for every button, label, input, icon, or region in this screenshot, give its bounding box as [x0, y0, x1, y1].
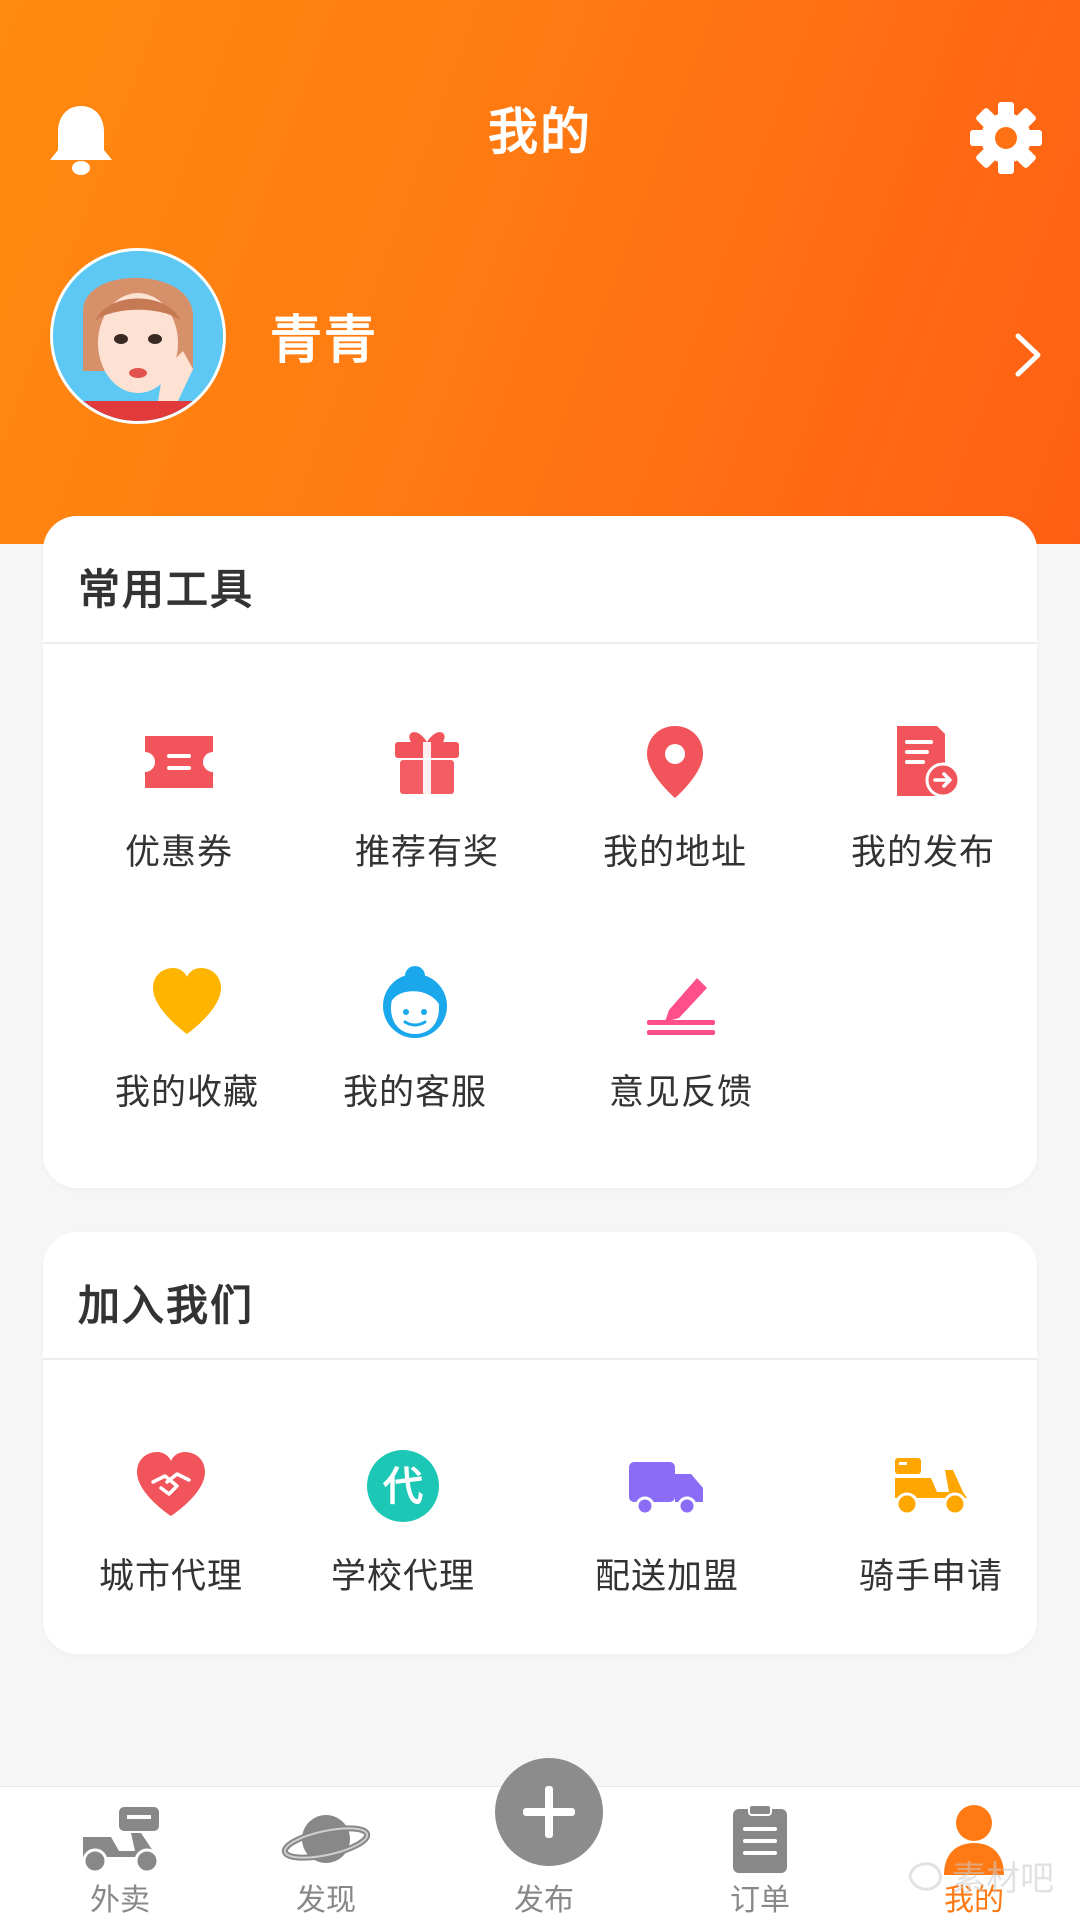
scooter-tab-icon [75, 1803, 165, 1875]
agent-badge-icon: 代 [363, 1446, 443, 1526]
agent-badge-text: 代 [382, 1464, 423, 1510]
tool-item-favorites[interactable]: 我的收藏 [67, 962, 307, 1162]
delivery-truck-icon [627, 1446, 707, 1526]
tool-item-my-posts[interactable]: 我的发布 [803, 722, 1043, 922]
tab-label: 发布 [514, 1883, 574, 1918]
handshake-heart-icon [131, 1446, 211, 1526]
tool-item-label: 意见反馈 [608, 1073, 753, 1113]
pen-icon [641, 962, 721, 1042]
join-item-label: 学校代理 [330, 1557, 475, 1597]
tool-item-label: 我的发布 [850, 833, 995, 873]
tool-item-label: 我的客服 [342, 1073, 487, 1113]
watermark-text: 素材吧 [952, 1859, 1054, 1899]
document-share-icon [883, 722, 963, 802]
join-item-label: 配送加盟 [594, 1557, 739, 1597]
tool-item-customer-service[interactable]: 我的客服 [295, 962, 535, 1162]
heart-icon [147, 962, 227, 1042]
tool-item-label: 我的地址 [602, 833, 747, 873]
join-item-rider-application[interactable]: 骑手申请 [811, 1446, 1051, 1646]
coupon-icon [139, 722, 219, 802]
tool-item-referral[interactable]: 推荐有奖 [307, 722, 547, 922]
plus-icon [523, 1786, 575, 1838]
join-item-label: 骑手申请 [858, 1557, 1003, 1597]
join-card-title: 加入我们 [78, 1281, 255, 1330]
tab-label: 订单 [730, 1883, 790, 1918]
gift-icon [387, 722, 467, 802]
tools-card: 常用工具 优惠券 推荐有奖 我的地址 我的发布 我的收藏 我的客服 意见反馈 [43, 516, 1037, 1188]
clipboard-icon [715, 1803, 805, 1875]
tool-item-label: 我的收藏 [114, 1073, 259, 1113]
location-pin-icon [635, 722, 715, 802]
planet-icon [281, 1803, 371, 1875]
join-item-label: 城市代理 [98, 1557, 243, 1597]
notification-bell-icon[interactable] [46, 100, 116, 180]
tab-orders[interactable]: 订单 [660, 1787, 860, 1921]
tools-card-header: 常用工具 [43, 516, 1037, 644]
join-item-city-agent[interactable]: 城市代理 [51, 1446, 291, 1646]
join-item-school-agent[interactable]: 代 学校代理 [283, 1446, 523, 1646]
tool-item-coupon[interactable]: 优惠券 [59, 722, 299, 922]
tool-item-label: 推荐有奖 [354, 833, 499, 873]
tools-card-title: 常用工具 [78, 565, 255, 614]
username[interactable]: 青青 [270, 298, 378, 373]
publish-button[interactable] [495, 1758, 603, 1866]
tab-label: 发现 [296, 1883, 356, 1918]
tab-label: 外卖 [90, 1883, 150, 1918]
tool-item-feedback[interactable]: 意见反馈 [561, 962, 801, 1162]
tool-item-label: 优惠券 [124, 833, 233, 873]
join-card: 加入我们 城市代理 代 学校代理 配送加盟 骑手申请 [43, 1232, 1037, 1654]
join-card-header: 加入我们 [43, 1232, 1037, 1360]
settings-gear-icon[interactable] [968, 100, 1044, 176]
page-title: 我的 [488, 103, 592, 161]
watermark-logo: 素材吧 [900, 1848, 1070, 1908]
customer-service-icon [375, 962, 455, 1042]
chevron-right-icon[interactable] [1010, 330, 1046, 380]
join-item-delivery[interactable]: 配送加盟 [547, 1446, 787, 1646]
tool-item-address[interactable]: 我的地址 [555, 722, 795, 922]
avatar[interactable] [50, 248, 226, 424]
scooter-icon [891, 1446, 971, 1526]
tab-discover[interactable]: 发现 [226, 1787, 426, 1921]
tab-takeout[interactable]: 外卖 [20, 1787, 220, 1921]
